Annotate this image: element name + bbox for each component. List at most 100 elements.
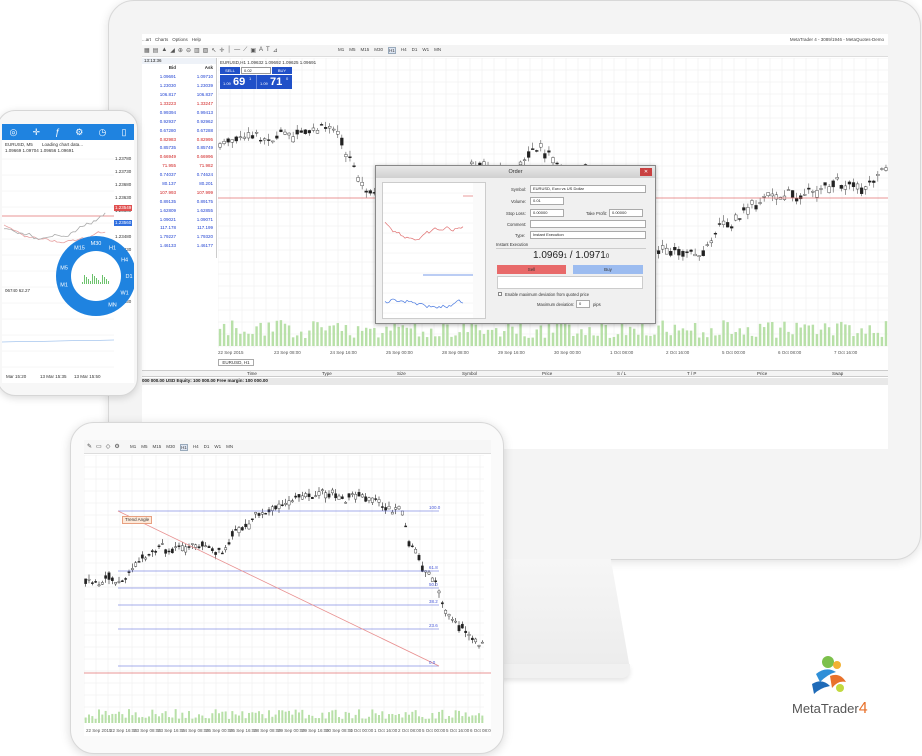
tablet-price-chart[interactable] [84,455,491,728]
market-watch-row[interactable]: 80.137 80.201 [142,180,216,189]
market-watch-row[interactable]: 0.66949 0.66996 [142,153,216,162]
timeframe-h4[interactable]: H4 [401,47,407,54]
market-watch-row[interactable]: 117.178 117.199 [142,224,216,233]
market-watch-row[interactable]: 1.23030 1.23039 [142,82,216,91]
candle-body [174,546,178,548]
timeframe-d1[interactable]: D1 [204,444,210,451]
market-watch-row[interactable]: 1.09021 1.09071 [142,215,216,224]
market-watch-row[interactable]: 1.62809 1.62855 [142,206,216,215]
market-watch-row[interactable]: 71.955 71.982 [142,162,216,171]
market-watch-row[interactable]: 0.85735 0.85749 [142,144,216,153]
market-watch-row[interactable]: 106.817 106.837 [142,91,216,100]
fibo-icon[interactable]: ⊿ [273,47,278,55]
market-watch-row[interactable]: 0.67280 0.67288 [142,126,216,135]
menu-item-options[interactable]: Options [172,37,188,44]
terminal-column-header[interactable]: Time [247,371,257,377]
market-watch-row[interactable]: 1.33223 1.33247 [142,100,216,109]
text-icon[interactable]: A [259,47,263,55]
crosshair-icon[interactable]: ✛ [219,47,224,55]
objects-icon[interactable]: ⚙ [75,127,83,138]
market-watch-row[interactable]: 0.89135 0.89175 [142,197,216,206]
market-watch-row[interactable]: 1.79227 1.79320 [142,233,216,242]
deviation-checkbox[interactable] [498,292,502,296]
profiles-icon[interactable]: ▤ [153,47,159,55]
market-watch-row[interactable]: 0.82983 0.82995 [142,135,216,144]
market-watch-row[interactable]: 0.92937 0.92962 [142,117,216,126]
shapes-icon[interactable]: ◇ [106,443,111,450]
trendline-icon[interactable]: ⟋ [243,47,247,55]
volume-bar [543,337,547,346]
terminal-column-header[interactable]: Symbol [462,371,477,377]
cursor-icon[interactable]: ↖ [211,47,216,55]
timeframe-m1[interactable]: M1 [130,444,136,451]
market-watch-row[interactable]: 107.993 107.999 [142,188,216,197]
settings-icon[interactable]: ⚙ [114,443,119,450]
timeframe-m5[interactable]: M5 [141,444,147,451]
market-watch-row[interactable]: 0.74037 0.74624 [142,171,216,180]
sell-button[interactable]: SELL [220,67,240,74]
menu-item-charts[interactable]: Charts [155,37,168,44]
terminal-column-header[interactable]: Swap [832,371,843,377]
timeframe-mn[interactable]: MN [226,444,233,451]
timeframe-m30[interactable]: M30 [374,47,383,54]
timeframe-m5[interactable]: M5 [349,47,355,54]
terminal-column-header[interactable]: Type [322,371,332,377]
clock-icon[interactable]: ◷ [98,127,106,138]
terminal-column-header[interactable]: Price [757,371,767,377]
timeframe-m1[interactable]: M1 [338,47,344,54]
chart-tab-eurusd[interactable]: EURUSD, H1 [218,359,254,366]
navigator-icon[interactable]: ◢ [170,47,175,55]
comment-input[interactable] [530,220,646,228]
volume-bar [438,336,441,346]
timeframe-h4[interactable]: H4 [193,444,199,451]
candle-chart-icon[interactable]: ▧ [203,47,209,55]
label-icon[interactable]: T [266,47,270,55]
timeframe-h1[interactable]: H1 [180,444,188,451]
terminal-column-header[interactable]: T / P [687,371,696,377]
terminal-column-header[interactable]: Size [397,371,406,377]
market-watch-row[interactable]: 1.09691 1.09710 [142,73,216,82]
buy-price-box[interactable]: 1.09 71 0 [256,75,292,89]
timeframe-m30[interactable]: M30 [166,444,175,451]
channel-icon[interactable]: ▣ [250,47,256,55]
timeframe-w1[interactable]: W1 [422,47,429,54]
zoom-out-icon[interactable]: ⊖ [186,47,191,55]
timeframe-w1[interactable]: W1 [214,444,221,451]
take-profit-input[interactable]: 0.00000 [609,209,643,217]
timeframe-mn[interactable]: MN [434,47,441,54]
timeframe-h1[interactable]: H1 [388,47,396,54]
market-watch-row[interactable]: 1.46133 1.46177 [142,242,216,251]
chat-icon[interactable]: ▭ [96,443,102,450]
market-watch-row[interactable]: 0.99394 0.99413 [142,108,216,117]
menu-item-help[interactable]: Help [192,37,201,44]
market-watch-icon[interactable]: ▲ [161,47,167,55]
type-select[interactable]: Instant Execution [530,231,646,239]
pencil-icon[interactable]: ✎ [87,443,92,450]
crosshair-icon[interactable]: ✛ [33,127,41,138]
stop-loss-input[interactable]: 0.00000 [530,209,564,217]
order-buy-button[interactable]: Buy [573,265,643,274]
document-icon[interactable]: ▯ [121,127,126,138]
lot-input[interactable]: 0.02 [241,67,271,74]
sell-price-box[interactable]: 1.09 69 1 [220,75,256,89]
volume-input[interactable]: 0.01 [530,197,564,205]
vertical-line-icon[interactable]: │ [227,47,231,55]
terminal-column-header[interactable]: S / L [617,371,626,377]
close-icon[interactable]: ✕ [640,168,652,176]
timeframe-m15[interactable]: M15 [361,47,370,54]
timeframe-d1[interactable]: D1 [412,47,418,54]
symbol-select[interactable]: EURUSD, Euro vs US Dollar [530,185,646,193]
terminal-column-header[interactable]: Price [542,371,552,377]
new-chart-icon[interactable]: ▦ [144,47,150,55]
circle-icon[interactable]: ◎ [10,127,18,138]
timeframe-m15[interactable]: M15 [153,444,162,451]
menu-item-chart[interactable]: ...art [142,37,151,44]
order-sell-button[interactable]: Sell [497,265,566,274]
bar-chart-icon[interactable]: ▥ [194,47,200,55]
zoom-in-icon[interactable]: ⊕ [178,47,183,55]
horizontal-line-icon[interactable]: — [234,47,240,55]
deviation-input[interactable]: 0 [576,300,590,308]
timeframe-wheel[interactable]: M15 M30 H1 H4 D1 W1MN M1 M5 [54,234,134,318]
indicator-icon[interactable]: ƒ [55,127,60,137]
buy-button[interactable]: BUY [272,67,292,74]
